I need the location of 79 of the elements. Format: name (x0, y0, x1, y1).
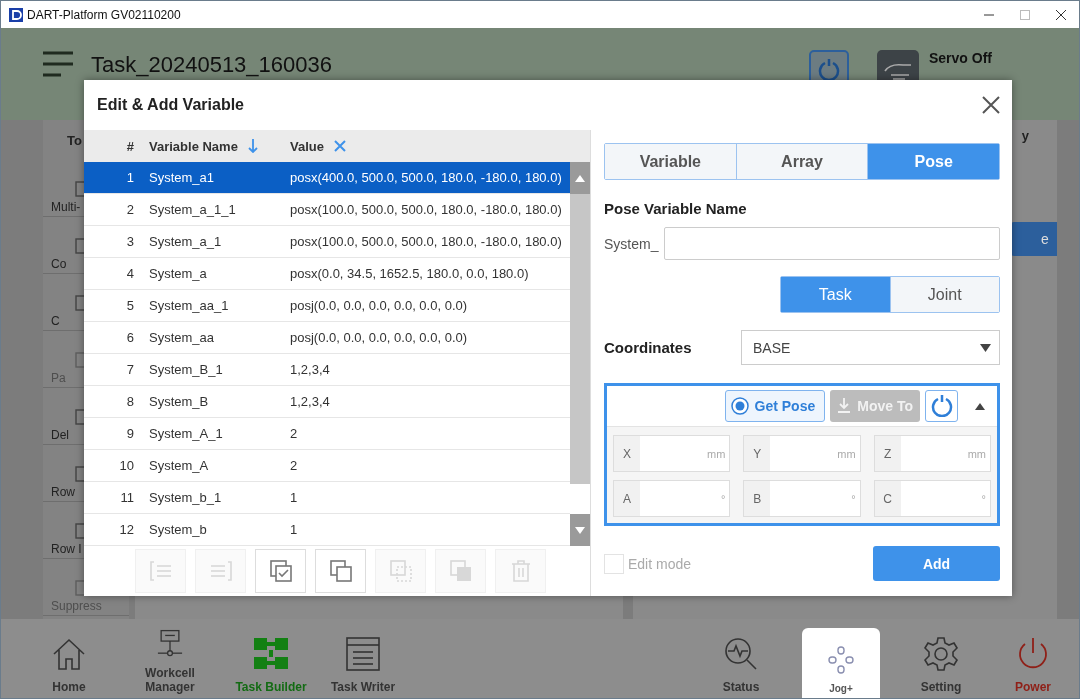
maximize-icon (1020, 9, 1030, 20)
document-icon (345, 636, 381, 672)
variable-row[interactable]: 8 System_B 1,2,3,4 (84, 386, 570, 418)
trash-icon (509, 559, 532, 583)
copy-icon (328, 559, 353, 583)
scroll-up-button[interactable] (570, 162, 590, 194)
dialog-title: Edit & Add Variable (97, 96, 245, 114)
panel-heading: y (1021, 126, 1030, 145)
jog-arrows-icon (827, 645, 855, 675)
variable-row[interactable]: 5 System_aa_1 posj(0.0, 0.0, 0.0, 0.0, 0.0, 0.0) (84, 290, 570, 322)
close-button[interactable] (982, 96, 1000, 114)
type-tab[interactable]: Pose (868, 144, 999, 179)
type-tab[interactable]: Variable (605, 144, 737, 179)
settings-icon (923, 636, 959, 672)
task-title: Task_20240513_160036 (91, 52, 333, 78)
coordinate-field[interactable]: B ° (743, 480, 861, 517)
sidebar-heading: To (66, 131, 83, 150)
servo-status: Servo Off (929, 50, 993, 66)
window-title: DART-Platform GV02110200 (27, 7, 182, 22)
dropdown-triangle-icon (980, 343, 991, 352)
variable-row[interactable]: 6 System_aa posj(0.0, 0.0, 0.0, 0.0, 0.0, 0.0) (84, 322, 570, 354)
menu-icon (43, 50, 73, 78)
space-tab[interactable]: Joint (890, 277, 999, 312)
download-icon (837, 398, 852, 414)
coordinate-field[interactable]: Y mm (743, 435, 861, 472)
nav-item[interactable]: Status (695, 628, 787, 698)
outdent-icon (148, 560, 173, 582)
home-icon (51, 636, 87, 672)
dotted-copy-icon (388, 559, 413, 583)
close-icon (1056, 9, 1066, 20)
variable-row[interactable]: 10 System_A 2 (84, 450, 570, 482)
toolbar-button[interactable] (255, 549, 306, 593)
check-copy-icon (268, 559, 293, 583)
coordinate-field[interactable]: C ° (873, 480, 991, 517)
name-input[interactable] (664, 227, 1000, 260)
coordinate-field[interactable]: Z mm (873, 435, 991, 472)
nav-item[interactable]: Workcell Manager (115, 628, 225, 698)
toolbar-button[interactable] (315, 549, 366, 593)
indent-icon (208, 560, 233, 582)
nav-item[interactable]: Setting (895, 628, 987, 698)
variable-row[interactable]: 2 System_a_1_1 posx(100.0, 500.0, 500.0, 180.0, -180.0, 180.0) (84, 194, 570, 226)
stacked-squares-icon (448, 559, 473, 583)
refresh-button[interactable] (925, 390, 958, 422)
nav-item[interactable]: Task Writer (317, 628, 409, 698)
blocks-icon (253, 636, 289, 672)
column-header[interactable]: Value (290, 138, 324, 154)
space-tab[interactable]: Task (781, 277, 891, 312)
column-header[interactable]: Variable Name (149, 138, 238, 154)
coordinates-label: Coordinates (604, 339, 693, 356)
scrollbar-thumb[interactable] (570, 194, 590, 484)
radio-icon (730, 397, 749, 415)
up-caret-icon (975, 402, 985, 410)
up-triangle-icon (575, 174, 585, 182)
coordinates-dropdown[interactable]: BASE (741, 330, 1000, 365)
variable-row[interactable]: 4 System_a posx(0.0, 34.5, 1652.5, 180.0, 0.0, 180.0) (84, 258, 570, 290)
get-pose-button[interactable]: Get Pose (724, 390, 826, 422)
clear-icon (333, 140, 346, 152)
variable-row[interactable]: 7 System_B_1 1,2,3,4 (84, 354, 570, 386)
scroll-down-button[interactable] (570, 514, 590, 546)
variable-row[interactable]: 12 System_b 1 (84, 514, 570, 546)
variable-row[interactable]: 9 System_A_1 2 (84, 418, 570, 450)
variable-row[interactable]: 1 System_a1 posx(400.0, 500.0, 500.0, 180.0, -180.0, 180.0) (84, 162, 570, 194)
add-button[interactable]: Add (873, 546, 1000, 581)
nav-item[interactable]: Jog+ (802, 628, 880, 698)
pulse-search-icon (723, 636, 759, 672)
app-logo-icon (9, 7, 23, 22)
sort-arrow-icon (247, 139, 258, 153)
close-icon (982, 96, 1000, 114)
nav-item[interactable]: Home (23, 628, 115, 698)
coordinate-field[interactable]: A ° (613, 480, 731, 517)
variable-row[interactable]: 11 System_b_1 1 (84, 482, 570, 514)
coordinate-field[interactable]: X mm (613, 435, 731, 472)
column-header: # (125, 138, 135, 154)
variable-row[interactable]: 3 System_a_1 posx(100.0, 500.0, 500.0, 180.0, -180.0, 180.0) (84, 226, 570, 258)
name-prefix: System_ (604, 235, 659, 252)
type-tab[interactable]: Array (736, 144, 869, 179)
section-label: Pose Variable Name (604, 200, 748, 217)
panel-button[interactable]: e (1011, 222, 1057, 256)
down-triangle-icon (575, 526, 585, 534)
